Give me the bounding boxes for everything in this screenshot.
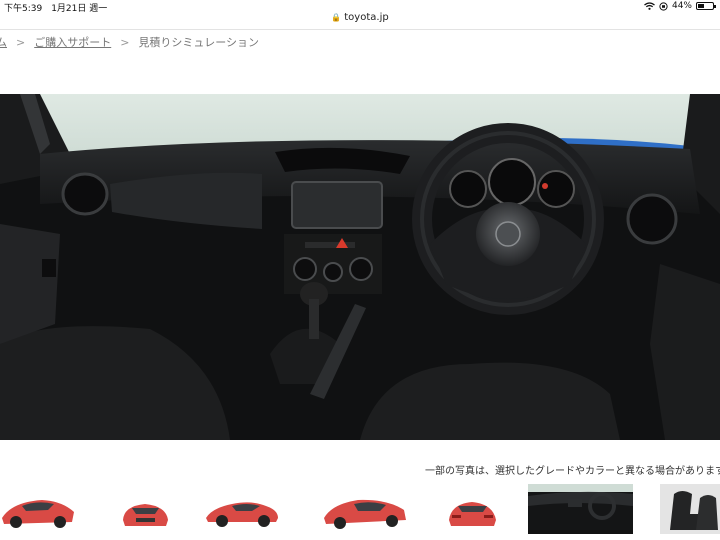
toolbar-divider bbox=[0, 29, 720, 30]
battery-icon bbox=[696, 2, 716, 10]
url-domain[interactable]: toyota.jp bbox=[344, 12, 388, 23]
thumbnail-rear-left-exterior[interactable] bbox=[318, 484, 413, 534]
breadcrumb: ム > ご購入サポート > 見積りシミュレーション bbox=[0, 34, 259, 50]
orientation-lock-icon bbox=[659, 1, 668, 11]
thumbnail-front-left-exterior[interactable] bbox=[0, 484, 82, 534]
lock-icon: 🔒 bbox=[331, 13, 342, 22]
thumbnail-side-exterior[interactable] bbox=[202, 484, 282, 534]
thumbnail-strip bbox=[0, 484, 720, 536]
status-right: 44% bbox=[644, 1, 716, 11]
disclaimer-text: 一部の写真は、選択したグレードやカラーと異なる場合があります bbox=[425, 466, 720, 477]
thumbnail-rear-exterior[interactable] bbox=[445, 484, 500, 534]
thumbnail-dashboard-interior[interactable] bbox=[528, 484, 633, 534]
address-bar[interactable]: 🔒 toyota.jp bbox=[0, 12, 720, 28]
battery-percent: 44% bbox=[671, 1, 692, 11]
thumbnail-front-exterior[interactable] bbox=[118, 484, 173, 534]
thumbnail-seat-interior[interactable] bbox=[660, 484, 720, 534]
breadcrumb-home[interactable]: ム bbox=[0, 36, 7, 49]
battery-level bbox=[698, 4, 705, 8]
hero-interior-image bbox=[0, 94, 720, 440]
wifi-icon bbox=[644, 2, 655, 10]
breadcrumb-current: 見積りシミュレーション bbox=[138, 36, 259, 49]
breadcrumb-separator: > bbox=[16, 36, 26, 49]
breadcrumb-separator: > bbox=[120, 36, 130, 49]
breadcrumb-purchase-support[interactable]: ご購入サポート bbox=[34, 36, 111, 49]
